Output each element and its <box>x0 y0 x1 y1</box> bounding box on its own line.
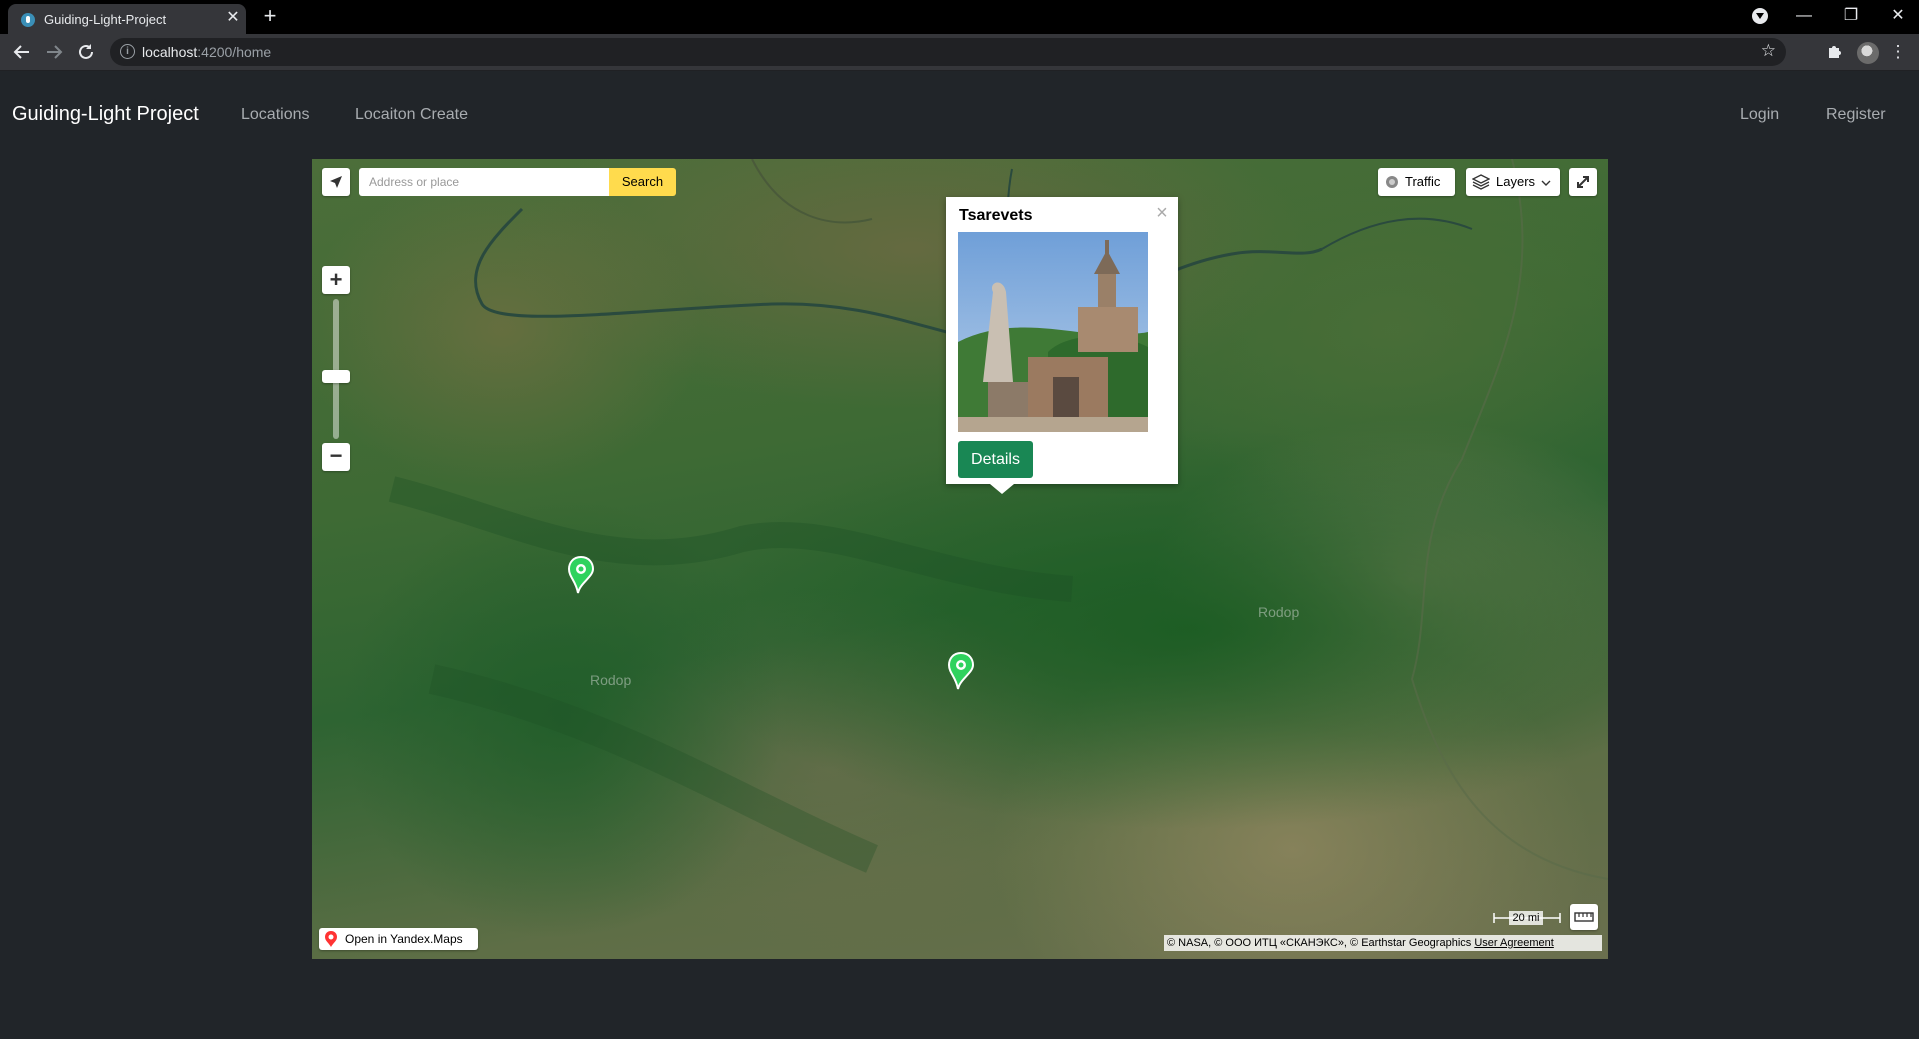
location-marker[interactable] <box>946 651 976 691</box>
extensions-icon[interactable] <box>1822 40 1846 64</box>
restore-icon[interactable]: ❐ <box>1839 4 1863 28</box>
browser-tab[interactable]: Guiding-Light-Project ✕ <box>8 4 246 34</box>
map-search-box <box>359 168 610 196</box>
map-scale: 20 mi <box>1493 911 1561 925</box>
forward-icon[interactable] <box>42 40 66 64</box>
map-container[interactable]: Rodop Rodop Search Traffic Layers + − Ts… <box>312 159 1608 959</box>
map-pin-icon <box>947 651 975 690</box>
zoom-slider-handle[interactable] <box>322 370 350 383</box>
fullscreen-button[interactable] <box>1569 168 1597 196</box>
traffic-label: Traffic <box>1405 174 1441 189</box>
download-icon[interactable] <box>1752 8 1768 24</box>
popup-title: Tsarevets <box>959 207 1033 224</box>
url-host: localhost <box>142 44 198 60</box>
details-button[interactable]: Details <box>958 441 1033 478</box>
reload-icon[interactable] <box>74 40 98 64</box>
geolocation-button[interactable] <box>322 168 350 196</box>
copyright-text: © NASA, © ООО ИТЦ «СКАНЭКС», © Earthstar… <box>1167 937 1472 949</box>
map-place-label: Rodop <box>1258 604 1300 620</box>
map-pin-icon <box>567 555 595 594</box>
traffic-light-icon <box>1386 176 1398 188</box>
location-marker[interactable] <box>566 555 596 595</box>
site-info-icon[interactable]: i <box>120 44 135 59</box>
popup-close-icon[interactable]: × <box>1154 203 1170 223</box>
register-link[interactable]: Register <box>1826 106 1886 124</box>
back-icon[interactable] <box>10 40 34 64</box>
layers-label: Layers <box>1496 174 1536 189</box>
map-search-button[interactable]: Search <box>609 168 676 196</box>
chevron-down-icon <box>1541 180 1551 186</box>
bookmark-star-icon[interactable]: ☆ <box>1761 41 1776 61</box>
open-in-yandex-maps-link[interactable]: Open in Yandex.Maps <box>319 928 478 950</box>
new-tab-icon[interactable]: + <box>258 4 282 28</box>
nav-location-create-link[interactable]: Locaiton Create <box>355 106 468 124</box>
url-path: :4200/home <box>197 44 272 60</box>
browser-tabstrip: Guiding-Light-Project ✕ + — ❐ ✕ <box>0 0 1919 34</box>
traffic-button[interactable]: Traffic <box>1378 168 1455 196</box>
nav-locations-link[interactable]: Locations <box>241 106 310 124</box>
login-link[interactable]: Login <box>1740 106 1779 124</box>
map-search-input[interactable] <box>359 168 599 196</box>
minimize-icon[interactable]: — <box>1792 4 1816 28</box>
zoom-out-button[interactable]: − <box>322 443 350 471</box>
app-favicon-icon <box>21 13 35 27</box>
map-place-label: Rodop <box>590 672 632 688</box>
profile-avatar[interactable] <box>1857 42 1879 64</box>
zoom-in-button[interactable]: + <box>322 266 350 294</box>
browser-menu-icon[interactable]: ⋮ <box>1886 40 1910 64</box>
ruler-button[interactable] <box>1570 904 1598 930</box>
map-copyright: © NASA, © ООО ИТЦ «СКАНЭКС», © Earthstar… <box>1164 935 1602 951</box>
window-close-icon[interactable]: ✕ <box>1886 4 1910 28</box>
user-agreement-link[interactable]: User Agreement <box>1474 937 1553 949</box>
address-bar[interactable]: i localhost:4200/home ☆ <box>110 38 1786 66</box>
scale-label: 20 mi <box>1509 911 1543 925</box>
location-popup: Tsarevets × Details <box>946 197 1178 494</box>
zoom-slider-track[interactable] <box>333 299 339 439</box>
location-arrow-icon <box>330 176 342 188</box>
ruler-icon <box>1574 912 1594 922</box>
tab-title: Guiding-Light-Project <box>44 12 167 27</box>
location-photo <box>958 232 1148 432</box>
tab-close-icon[interactable]: ✕ <box>224 9 242 27</box>
yandex-pin-icon <box>325 931 337 947</box>
address-url: localhost:4200/home <box>142 44 271 60</box>
open-in-yandex-label: Open in Yandex.Maps <box>345 932 463 946</box>
browser-toolbar: i localhost:4200/home ☆ ⋮ <box>0 34 1919 71</box>
layers-icon <box>1472 174 1490 190</box>
layers-button[interactable]: Layers <box>1466 168 1560 196</box>
expand-icon <box>1577 176 1589 188</box>
brand-title[interactable]: Guiding-Light Project <box>12 103 199 126</box>
